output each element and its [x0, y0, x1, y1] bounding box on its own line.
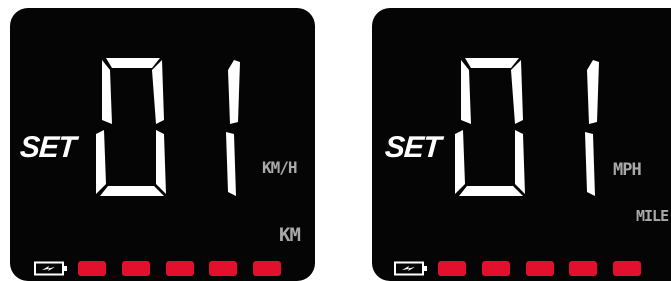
segment-c: [585, 132, 595, 196]
level-bar: [209, 261, 237, 276]
speed-unit-label: MPH: [613, 160, 642, 180]
digit-tens: [455, 58, 525, 196]
level-bar: [122, 261, 150, 276]
distance-unit-label: KM: [279, 224, 301, 246]
segment-e: [96, 130, 106, 194]
distance-unit-label: MILE: [636, 207, 669, 225]
segment-f: [461, 60, 471, 124]
segment-f: [102, 60, 112, 124]
level-bar: [569, 261, 597, 276]
digit-tens: [96, 58, 166, 196]
segment-b: [511, 60, 523, 124]
segment-b: [152, 60, 164, 124]
segment-b: [228, 60, 240, 124]
segment-b: [587, 60, 599, 124]
level-bar: [253, 261, 281, 276]
level-bar: [166, 261, 194, 276]
set-mode-label: SET: [383, 131, 442, 164]
segment-c: [226, 132, 236, 196]
level-bar: [438, 261, 466, 276]
display-panel-mph: SET MPH MILE: [372, 8, 671, 281]
battery-charging-icon: [34, 261, 67, 276]
display-panel-kmh: SET KM/H KM: [10, 8, 315, 281]
level-bar: [526, 261, 554, 276]
level-bar: [78, 261, 106, 276]
digit-ones: [226, 60, 240, 196]
segment-a: [106, 58, 160, 68]
segment-a: [465, 58, 519, 68]
speed-unit-label: KM/H: [262, 158, 298, 177]
digit-ones: [585, 60, 599, 196]
segment-c: [515, 130, 525, 194]
battery-charging-icon: [394, 261, 427, 276]
set-mode-label: SET: [18, 131, 77, 164]
segment-d: [100, 186, 164, 196]
segment-c: [156, 130, 166, 194]
level-bar: [613, 261, 641, 276]
segment-e: [455, 130, 465, 194]
segment-d: [459, 186, 523, 196]
level-bar: [482, 261, 510, 276]
